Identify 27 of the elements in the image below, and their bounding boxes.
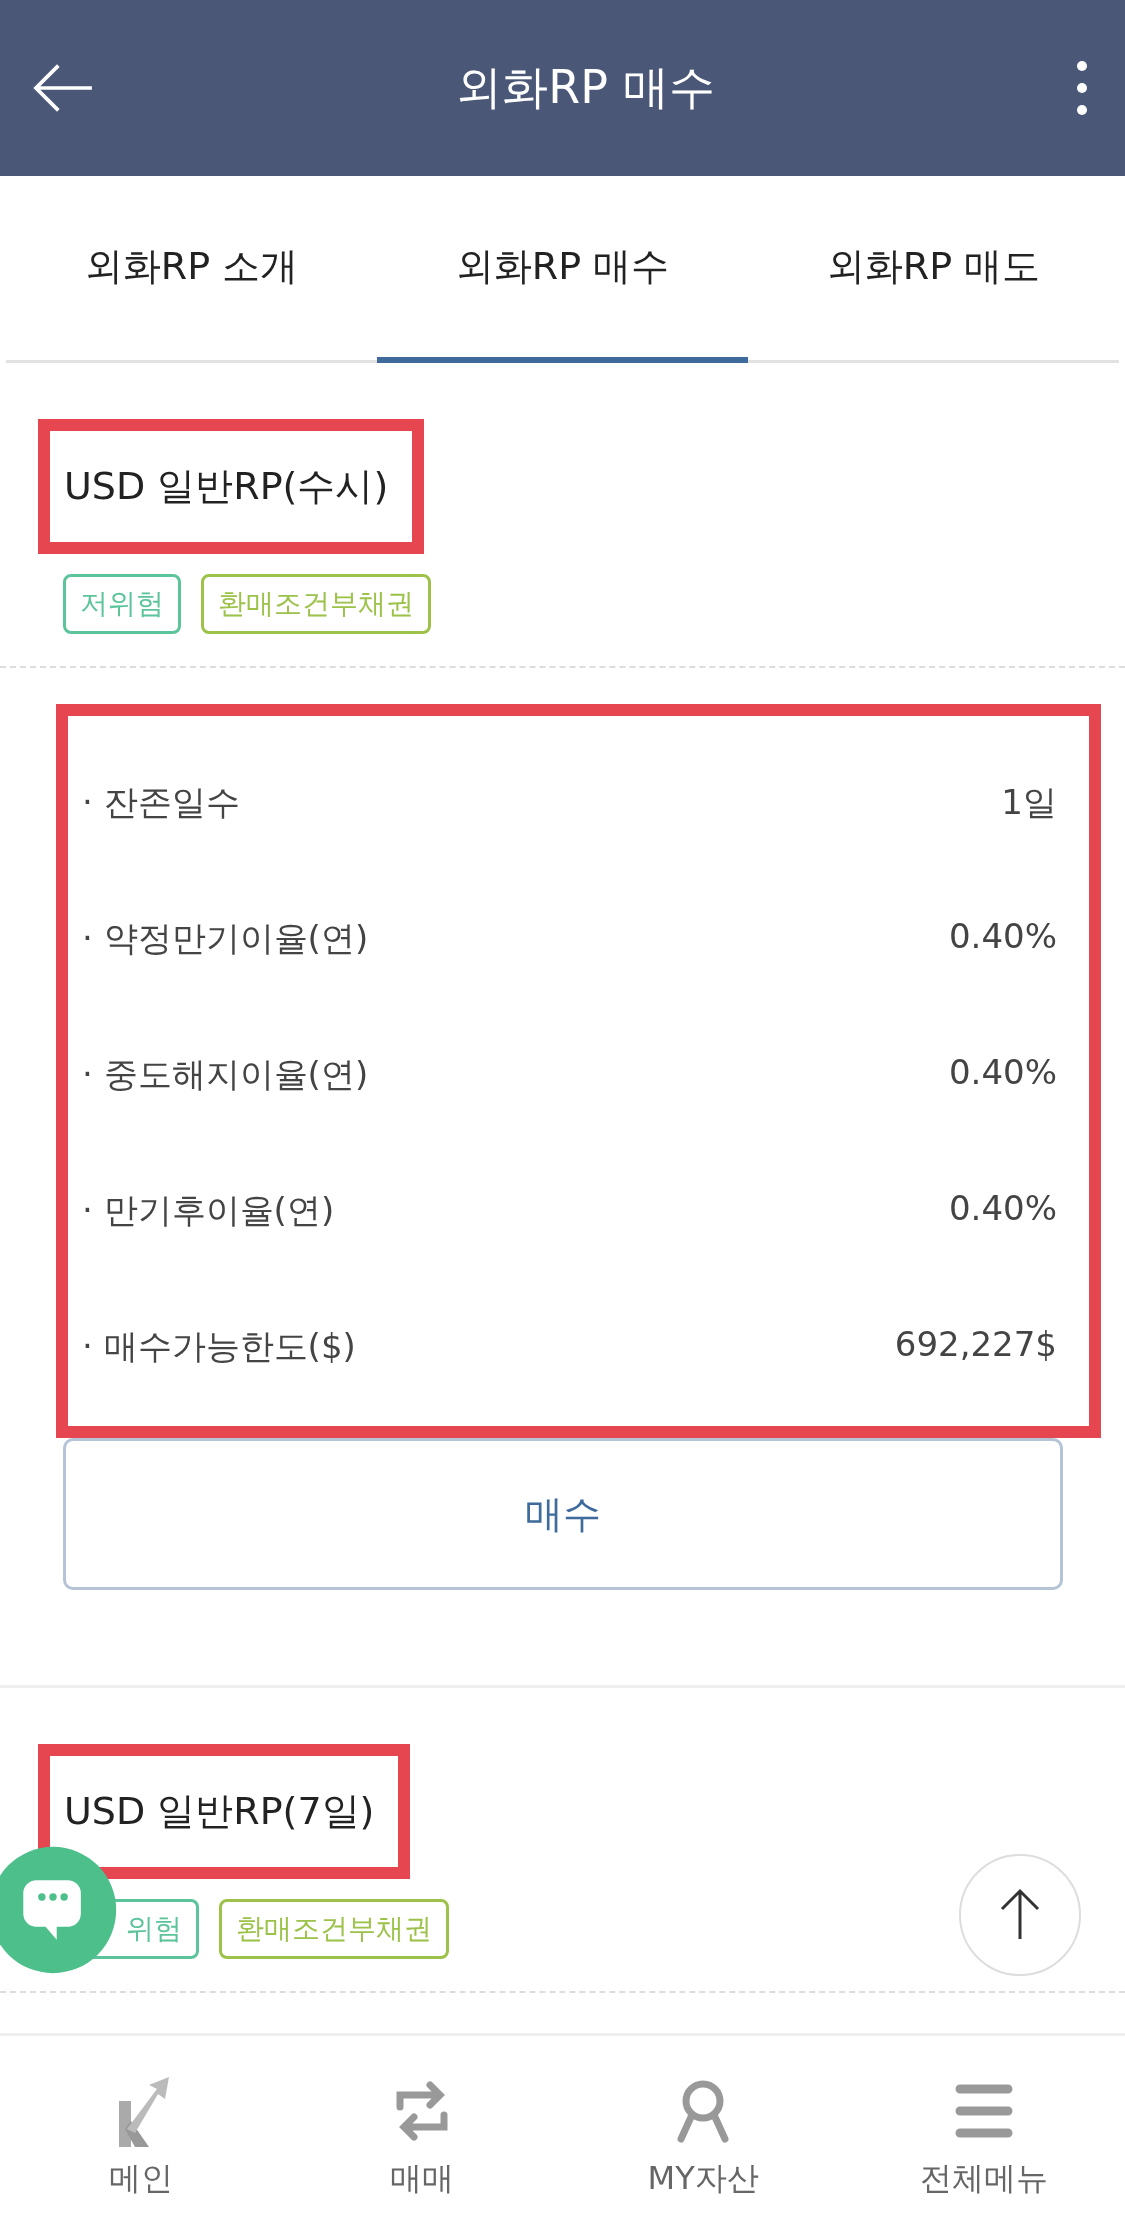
page-title: 외화RP 매수 <box>456 59 715 116</box>
product-title: USD 일반RP(수시) <box>64 464 389 508</box>
detail-label: · 매수가능한도($) <box>82 1325 356 1368</box>
tab[interactable]: 외화RP 소개 <box>6 176 377 363</box>
detail-label: · 약정만기이율(연) <box>82 917 369 960</box>
detail-value: 0.40% <box>949 1052 1057 1094</box>
nav-label[interactable]: 매매 <box>389 2157 454 2201</box>
tag: 환매조건부채권 <box>201 574 431 634</box>
detail-value: 692,227$ <box>894 1324 1057 1366</box>
detail-value: 0.40% <box>949 916 1057 958</box>
nav-label[interactable]: 메인 <box>108 2157 173 2201</box>
nav-label[interactable]: 전체메뉴 <box>920 2157 1049 2201</box>
detail-value: 0.40% <box>949 1188 1057 1230</box>
tag: 저위험 <box>63 574 181 634</box>
tab[interactable]: 외화RP 매수 <box>377 176 748 363</box>
tab[interactable]: 외화RP 매도 <box>748 176 1119 363</box>
scroll-up-button[interactable] <box>958 1853 1082 1977</box>
buy-button[interactable]: 매수 <box>63 1438 1063 1590</box>
detail-value: 1일 <box>1001 781 1057 824</box>
detail-label: · 만기후이율(연) <box>82 1189 335 1232</box>
nav-label[interactable]: MY자산 <box>647 2157 759 2201</box>
tag: 환매조건부채권 <box>219 1899 449 1959</box>
more-icon[interactable] <box>1075 58 1089 118</box>
detail-label: · 중도해지이율(연) <box>82 1053 369 1096</box>
detail-label: · 잔존일수 <box>82 781 240 824</box>
chat-bubble-button[interactable] <box>0 1845 118 1975</box>
product-title: USD 일반RP(7일) <box>64 1789 375 1833</box>
